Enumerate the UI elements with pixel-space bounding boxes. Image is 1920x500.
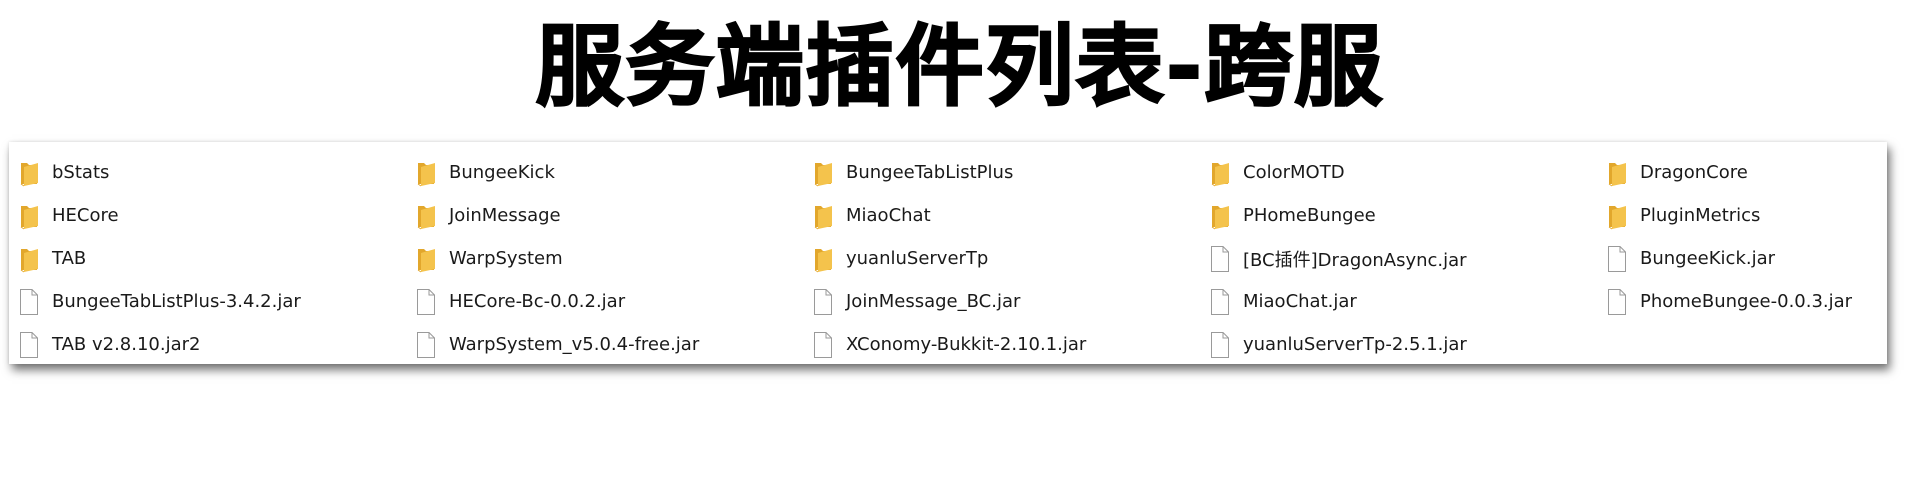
folder-icon — [415, 159, 437, 187]
file-icon — [18, 331, 40, 359]
folder-icon — [1606, 159, 1628, 187]
item-label: XConomy-Bukkit-2.10.1.jar — [846, 334, 1087, 355]
file-icon — [1209, 245, 1231, 273]
file-list-panel: bStats BungeeKick BungeeTabListPlus ColorMO… — [9, 142, 1887, 364]
folder-icon — [1209, 202, 1231, 230]
file-item[interactable]: HECore-Bc-0.0.2.jar — [415, 280, 812, 323]
file-icon — [812, 288, 834, 316]
item-label: PHomeBungee — [1243, 205, 1376, 226]
file-grid: bStats BungeeKick BungeeTabListPlus ColorMO… — [18, 151, 1920, 366]
item-label: yuanluServerTp-2.5.1.jar — [1243, 334, 1467, 355]
file-item[interactable]: [BC插件]DragonAsync.jar — [1209, 237, 1606, 280]
item-label: ColorMOTD — [1243, 162, 1345, 183]
folder-icon — [812, 245, 834, 273]
item-label: JoinMessage_BC.jar — [846, 291, 1021, 312]
item-label: MiaoChat.jar — [1243, 291, 1357, 312]
folder-item[interactable]: PluginMetrics — [1606, 194, 1920, 237]
folder-icon — [18, 202, 40, 230]
folder-item[interactable]: bStats — [18, 151, 415, 194]
folder-item[interactable]: yuanluServerTp — [812, 237, 1209, 280]
folder-icon — [415, 202, 437, 230]
file-icon — [1606, 245, 1628, 273]
file-item[interactable]: JoinMessage_BC.jar — [812, 280, 1209, 323]
folder-item[interactable]: BungeeTabListPlus — [812, 151, 1209, 194]
file-icon — [812, 331, 834, 359]
folder-icon — [18, 245, 40, 273]
file-icon — [18, 288, 40, 316]
page-title: 服务端插件列表-跨服 — [535, 14, 1385, 119]
file-icon — [1209, 288, 1231, 316]
folder-icon — [1209, 159, 1231, 187]
item-label: PhomeBungee-0.0.3.jar — [1640, 291, 1853, 312]
item-label: TAB v2.8.10.jar2 — [52, 334, 201, 355]
folder-item[interactable]: DragonCore — [1606, 151, 1920, 194]
file-item[interactable]: BungeeTabListPlus-3.4.2.jar — [18, 280, 415, 323]
file-item[interactable]: TAB v2.8.10.jar2 — [18, 323, 415, 366]
folder-item[interactable]: JoinMessage — [415, 194, 812, 237]
folder-item[interactable]: MiaoChat — [812, 194, 1209, 237]
item-label: BungeeTabListPlus-3.4.2.jar — [52, 291, 301, 312]
file-item[interactable]: MiaoChat.jar — [1209, 280, 1606, 323]
file-item[interactable]: WarpSystem_v5.0.4-free.jar — [415, 323, 812, 366]
file-icon — [1606, 288, 1628, 316]
item-label: JoinMessage — [449, 205, 561, 226]
item-label: bStats — [52, 162, 110, 183]
file-icon — [415, 288, 437, 316]
item-label: yuanluServerTp — [846, 248, 989, 269]
folder-icon — [18, 159, 40, 187]
folder-item[interactable]: BungeeKick — [415, 151, 812, 194]
item-label: DragonCore — [1640, 162, 1748, 183]
file-item[interactable]: BungeeKick.jar — [1606, 237, 1920, 280]
folder-item[interactable]: TAB — [18, 237, 415, 280]
item-label: WarpSystem — [449, 248, 563, 269]
file-item[interactable]: XConomy-Bukkit-2.10.1.jar — [812, 323, 1209, 366]
item-label: HECore — [52, 205, 119, 226]
item-label: [BC插件]DragonAsync.jar — [1243, 249, 1467, 271]
folder-icon — [415, 245, 437, 273]
folder-item[interactable]: PHomeBungee — [1209, 194, 1606, 237]
item-label: HECore-Bc-0.0.2.jar — [449, 291, 626, 312]
folder-item[interactable]: ColorMOTD — [1209, 151, 1606, 194]
item-label: PluginMetrics — [1640, 205, 1761, 226]
item-label: MiaoChat — [846, 205, 931, 226]
item-label: BungeeTabListPlus — [846, 162, 1014, 183]
folder-icon — [812, 202, 834, 230]
file-icon — [1209, 331, 1231, 359]
file-item[interactable]: yuanluServerTp-2.5.1.jar — [1209, 323, 1606, 366]
item-label: BungeeKick — [449, 162, 555, 183]
folder-item[interactable]: HECore — [18, 194, 415, 237]
folder-item[interactable]: WarpSystem — [415, 237, 812, 280]
folder-icon — [1606, 202, 1628, 230]
file-item[interactable]: PhomeBungee-0.0.3.jar — [1606, 280, 1920, 323]
item-label: BungeeKick.jar — [1640, 248, 1776, 269]
item-label: TAB — [52, 248, 87, 269]
folder-icon — [812, 159, 834, 187]
file-icon — [415, 331, 437, 359]
item-label: WarpSystem_v5.0.4-free.jar — [449, 334, 700, 355]
